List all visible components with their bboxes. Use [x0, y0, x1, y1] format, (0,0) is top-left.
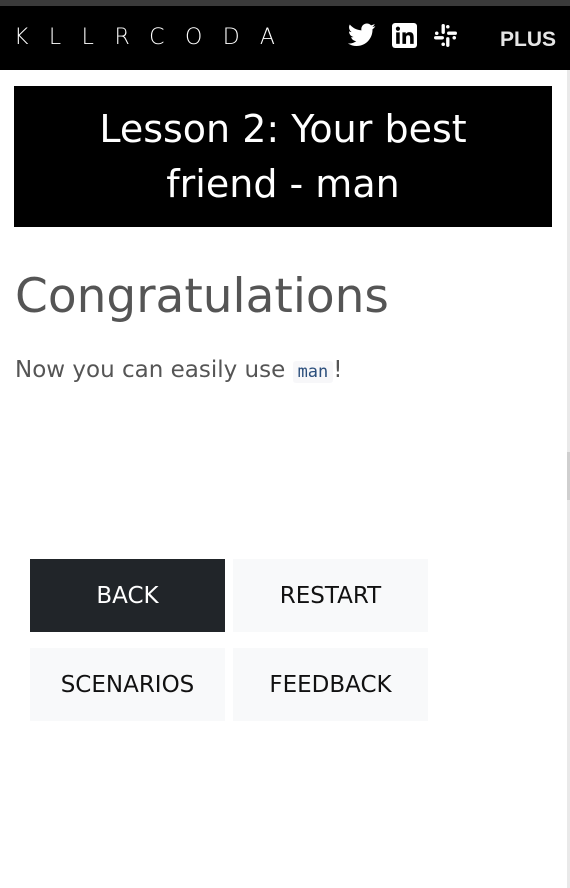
- restart-button[interactable]: RESTART: [233, 559, 428, 632]
- scenarios-button[interactable]: SCENARIOS: [30, 648, 225, 721]
- lesson-title: Lesson 2: Your best friend - man: [99, 106, 467, 206]
- linkedin-icon[interactable]: [392, 23, 417, 48]
- back-button[interactable]: BACK: [30, 559, 225, 632]
- finish-message-suffix: !: [333, 357, 343, 383]
- twitter-icon[interactable]: [348, 23, 376, 47]
- finish-message-text: Now you can easily use: [15, 357, 293, 383]
- plus-link[interactable]: PLUS: [500, 27, 556, 53]
- finish-message: Now you can easily use man!: [15, 354, 343, 388]
- lesson-title-banner: Lesson 2: Your best friend - man: [14, 86, 552, 227]
- top-navbar: KLLRCODA PLUS: [0, 6, 570, 70]
- slack-icon[interactable]: [433, 23, 458, 48]
- congratulations-heading: Congratulations: [15, 269, 389, 324]
- command-code: man: [292, 361, 334, 383]
- killercoda-logo[interactable]: KLLRCODA: [14, 24, 295, 52]
- feedback-button[interactable]: FEEDBACK: [233, 648, 428, 721]
